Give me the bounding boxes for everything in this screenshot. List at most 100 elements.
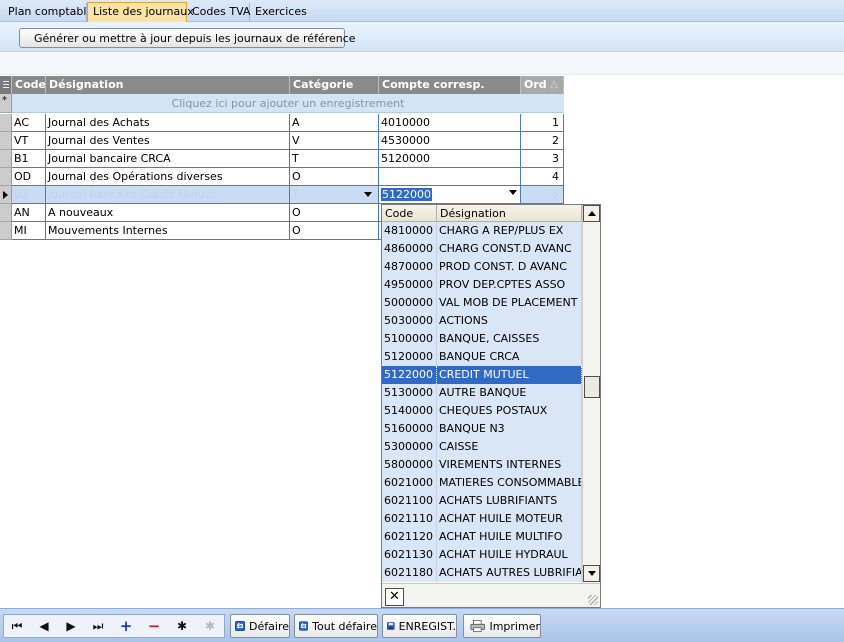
first-record-button[interactable]: ⏮ bbox=[5, 617, 29, 636]
column-header-ord[interactable]: Ord △ bbox=[521, 76, 564, 94]
scroll-down-button[interactable] bbox=[583, 565, 600, 582]
close-icon: ✕ bbox=[389, 589, 400, 604]
table-row[interactable]: B1 Journal bancaire CRCA T 5120000 3 bbox=[0, 150, 564, 168]
cell-compte[interactable]: 4010000 bbox=[379, 114, 521, 132]
dropdown-item[interactable]: 6021180ACHATS AUTRES LUBRIFIANTS bbox=[382, 564, 582, 582]
cell-ord[interactable]: 2 bbox=[521, 132, 564, 150]
cell-ord[interactable]: 3 bbox=[521, 150, 564, 168]
cell-designation[interactable]: A nouveaux bbox=[46, 204, 290, 222]
dropdown-item[interactable]: 6021100 ACHATS LUBRIFIANTS bbox=[382, 492, 582, 510]
dropdown-item[interactable]: 6021120 ACHAT HUILE MULTIFO bbox=[382, 528, 582, 546]
dropdown-item[interactable]: 6021130 ACHAT HUILE HYDRAUL bbox=[382, 546, 582, 564]
cell-code[interactable]: B2 bbox=[12, 186, 46, 204]
dropdown-scrollbar[interactable] bbox=[582, 205, 600, 583]
tab-plan-comptable[interactable]: Plan comptable bbox=[3, 3, 93, 22]
cell-code[interactable]: AN bbox=[12, 204, 46, 222]
cell-compte[interactable]: 4530000 bbox=[379, 132, 521, 150]
undo-button[interactable]: Défaire bbox=[230, 614, 290, 638]
add-record-button[interactable]: + bbox=[114, 617, 138, 636]
undo-all-button[interactable]: Tout défaire bbox=[294, 614, 378, 638]
dropdown-header-code[interactable]: Code bbox=[382, 205, 437, 222]
tab-codes-tva[interactable]: Codes TVA bbox=[187, 3, 250, 22]
dropdown-item[interactable]: 6021000 MATIERES CONSOMMABLES bbox=[382, 474, 582, 492]
categorie-dropdown-arrow-icon[interactable] bbox=[364, 192, 372, 197]
cell-designation[interactable]: Journal des Ventes bbox=[46, 132, 290, 150]
scroll-thumb[interactable] bbox=[584, 376, 600, 398]
tab-exercices[interactable]: Exercices bbox=[250, 3, 310, 22]
dropdown-item[interactable]: 5122000 CREDIT MUTUEL bbox=[382, 366, 582, 384]
dropdown-item[interactable]: 5160000 BANQUE N3 bbox=[382, 420, 582, 438]
cell-ord[interactable]: 4 bbox=[521, 168, 564, 186]
compte-dropdown-arrow-icon[interactable] bbox=[509, 190, 517, 195]
cell-designation[interactable]: Journal des Opérations diverses bbox=[46, 168, 290, 186]
dropdown-item-designation: ACHATS LUBRIFIANTS bbox=[437, 492, 582, 510]
dropdown-item[interactable]: 5130000 AUTRE BANQUE bbox=[382, 384, 582, 402]
next-record-button[interactable]: ▶ bbox=[59, 617, 83, 636]
scroll-up-button[interactable] bbox=[583, 205, 600, 222]
cell-code[interactable]: VT bbox=[12, 132, 46, 150]
cell-categorie[interactable]: T bbox=[290, 150, 379, 168]
cell-designation[interactable]: Journal bancaire CRCA bbox=[46, 150, 290, 168]
cell-categorie[interactable]: O bbox=[290, 168, 379, 186]
save-button[interactable]: ENREGIST. bbox=[382, 614, 457, 638]
column-header-categorie[interactable]: Catégorie bbox=[290, 76, 379, 94]
cell-designation[interactable]: Journal des Achats bbox=[46, 114, 290, 132]
dropdown-item[interactable]: 4860000 CHARG CONST.D AVANC bbox=[382, 240, 582, 258]
column-header-code[interactable]: Code bbox=[12, 76, 46, 94]
dropdown-item[interactable]: 5030000 ACTIONS bbox=[382, 312, 582, 330]
dropdown-item[interactable]: 4810000 CHARG A REP/PLUS EX bbox=[382, 222, 582, 240]
last-record-button[interactable]: ⏭ bbox=[86, 617, 110, 636]
dropdown-item[interactable]: 5300000 CAISSE bbox=[382, 438, 582, 456]
grid-corner-icon[interactable] bbox=[0, 76, 12, 94]
dropdown-item[interactable]: 5120000 BANQUE CRCA bbox=[382, 348, 582, 366]
cell-categorie[interactable]: O bbox=[290, 222, 379, 240]
cell-categorie[interactable]: A bbox=[290, 114, 379, 132]
cell-categorie[interactable]: V bbox=[290, 132, 379, 150]
resize-grip-icon[interactable] bbox=[588, 595, 598, 605]
dropdown-item[interactable]: 5800000 VIREMENTS INTERNES bbox=[382, 456, 582, 474]
account-dropdown[interactable]: Code Désignation 4810000 CHARG A REP/PLUS… bbox=[381, 204, 601, 608]
cell-compte[interactable]: 5122000 bbox=[379, 186, 521, 204]
column-header-compte[interactable]: Compte corresp. bbox=[379, 76, 521, 94]
dropdown-header: Code Désignation bbox=[382, 205, 582, 222]
cell-code[interactable]: AC bbox=[12, 114, 46, 132]
cell-code[interactable]: B1 bbox=[12, 150, 46, 168]
dropdown-close-button[interactable]: ✕ bbox=[385, 588, 404, 606]
floppy-disk-icon bbox=[387, 622, 395, 630]
prev-record-button[interactable]: ◀ bbox=[32, 617, 56, 636]
delete-record-button[interactable]: − bbox=[142, 617, 166, 636]
new-record-row[interactable]: Cliquez ici pour ajouter un enregistreme… bbox=[12, 94, 564, 113]
cell-compte[interactable] bbox=[379, 168, 521, 186]
cell-categorie[interactable]: O bbox=[290, 204, 379, 222]
dropdown-item[interactable]: 4950000 PROV DEP.CPTES ASSO bbox=[382, 276, 582, 294]
table-row[interactable]: B2 Journal bancaire Crédit Mutuel T 5122000… bbox=[0, 186, 564, 204]
new-row-selector[interactable]: * bbox=[0, 94, 12, 113]
compte-combo-input[interactable]: 5122000 bbox=[380, 187, 519, 201]
cell-ord[interactable]: 5 bbox=[521, 186, 564, 204]
cell-categorie[interactable]: T bbox=[290, 186, 379, 204]
cell-ord[interactable]: 1 bbox=[521, 114, 564, 132]
dropdown-item[interactable]: 6021110 ACHAT HUILE MOTEUR bbox=[382, 510, 582, 528]
cell-code[interactable]: MI bbox=[12, 222, 46, 240]
table-row[interactable]: OD Journal des Opérations diverses O 4 bbox=[0, 168, 564, 186]
cell-compte[interactable]: 5120000 bbox=[379, 150, 521, 168]
tab-liste-des-journaux[interactable]: Liste des journaux bbox=[87, 2, 194, 23]
dropdown-header-designation[interactable]: Désignation bbox=[437, 205, 582, 222]
table-row[interactable]: VT Journal des Ventes V 4530000 2 bbox=[0, 132, 564, 150]
dropdown-item-code: 5122000 bbox=[382, 366, 437, 384]
column-header-designation[interactable]: Désignation bbox=[46, 76, 290, 94]
dropdown-item-code: 4810000 bbox=[382, 222, 437, 240]
cancel-edit-button[interactable]: ✱ bbox=[198, 617, 222, 636]
post-edit-button[interactable]: ✱ bbox=[170, 617, 194, 636]
cell-designation[interactable]: Journal bancaire Crédit Mutuel bbox=[46, 186, 290, 204]
first-icon: ⏮ bbox=[11, 619, 23, 633]
dropdown-item[interactable]: 5140000 CHEQUES POSTAUX bbox=[382, 402, 582, 420]
generate-journals-button[interactable]: Générer ou mettre à jour depuis les jour… bbox=[19, 28, 356, 48]
dropdown-item[interactable]: 4870000 PROD CONST. D AVANC bbox=[382, 258, 582, 276]
table-row[interactable]: AC Journal des Achats A 4010000 1 bbox=[0, 114, 564, 132]
cell-code[interactable]: OD bbox=[12, 168, 46, 186]
dropdown-item[interactable]: 5000000 VAL MOB DE PLACEMENT bbox=[382, 294, 582, 312]
dropdown-item[interactable]: 5100000 BANQUE, CAISSES bbox=[382, 330, 582, 348]
print-button[interactable]: Imprimer bbox=[463, 614, 541, 638]
cell-designation[interactable]: Mouvements Internes bbox=[46, 222, 290, 240]
